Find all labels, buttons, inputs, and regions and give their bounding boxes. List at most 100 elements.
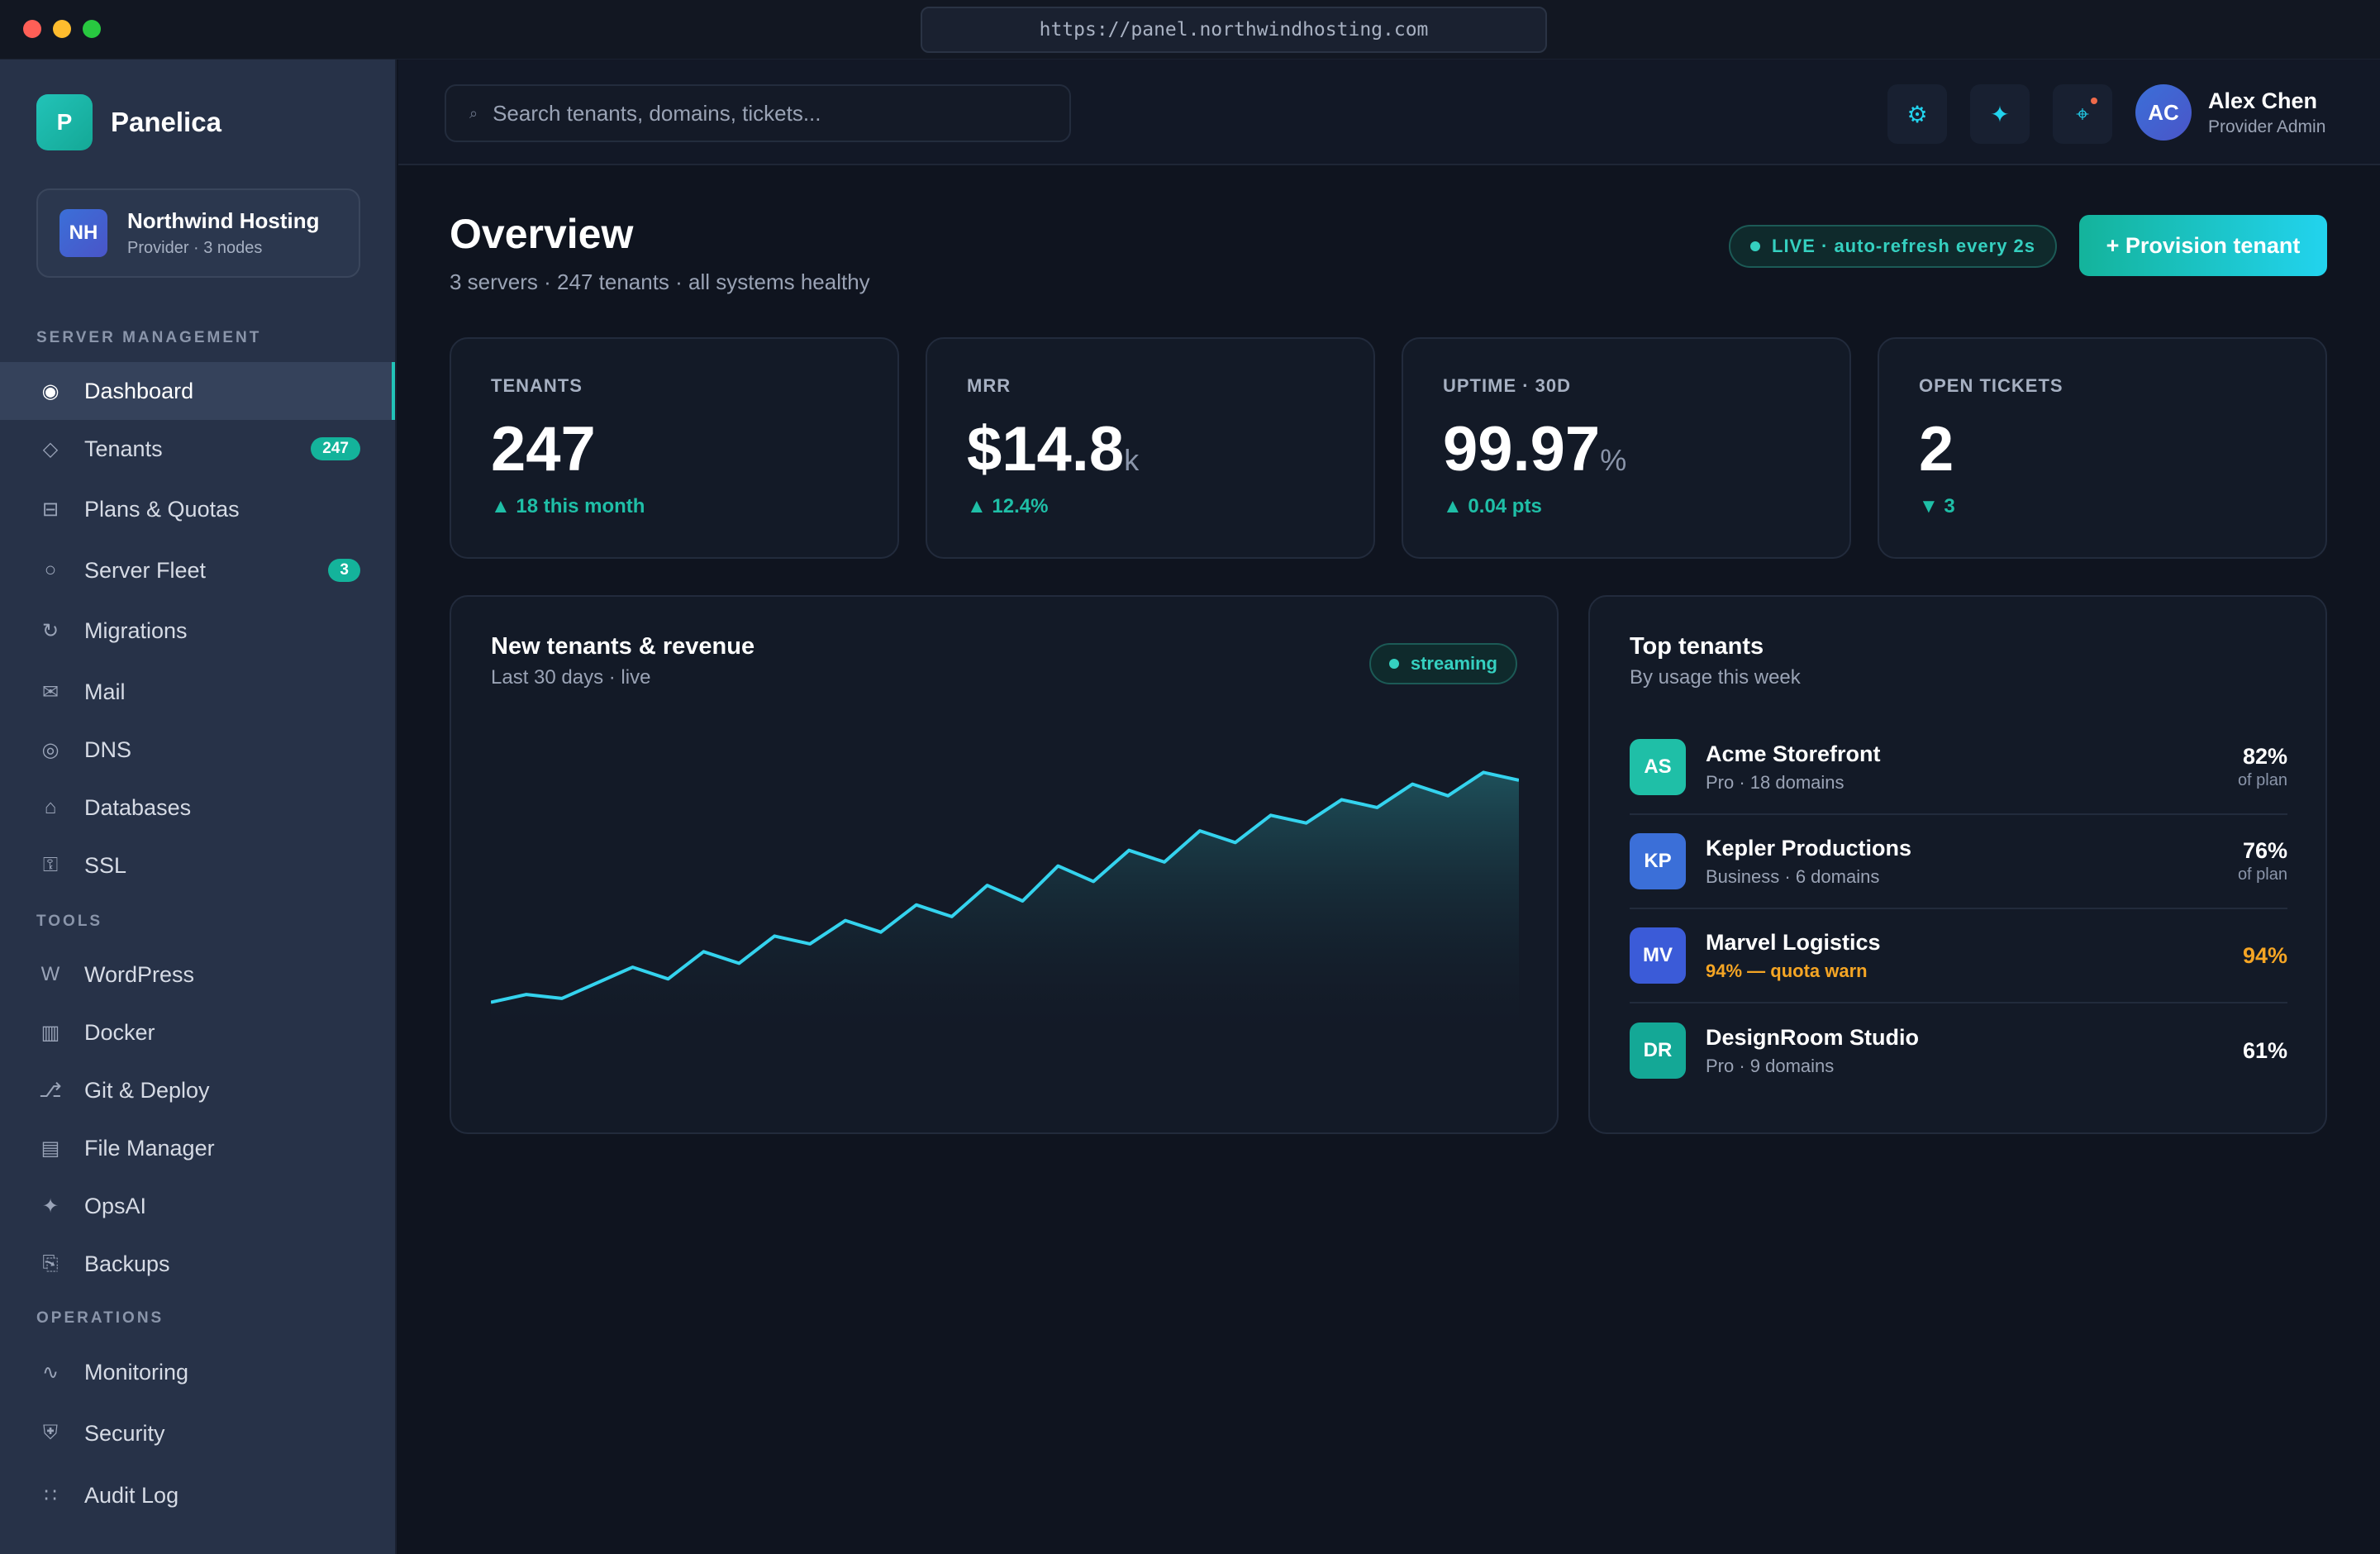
monitoring-icon: ∿ <box>41 1361 60 1384</box>
org-avatar: NH <box>60 209 107 257</box>
chart-area-fill <box>491 772 1519 1043</box>
sidebar-item-migrations[interactable]: ↻ Migrations <box>0 602 395 660</box>
tenant-row-marvel-logistics[interactable]: MV Marvel Logistics 94% — quota warn 94% <box>1630 909 2287 1003</box>
search-icon: ⌕ <box>469 104 478 122</box>
maximize-window-button[interactable] <box>83 20 101 38</box>
tenant-subtitle: Business · 6 domains <box>1706 865 1880 887</box>
minimize-window-button[interactable] <box>53 20 71 38</box>
sidebar-item-server-fleet[interactable]: ○ Server Fleet 3 <box>0 541 395 599</box>
sparkle-icon: ✦ <box>1990 101 2010 127</box>
brand[interactable]: P Panelica <box>36 94 221 150</box>
streaming-badge: streaming <box>1368 643 1517 684</box>
sidebar-item-label: Dashboard <box>84 378 194 403</box>
settings-button[interactable]: ⚙ <box>1887 84 1947 144</box>
user-menu[interactable]: AC Alex Chen Provider Admin <box>2135 84 2325 141</box>
address-bar[interactable]: https://panel.northwindhosting.com <box>921 7 1547 53</box>
kpi-card-mrr: MRR $14.8k ▲ 12.4% <box>926 337 1375 559</box>
search-input[interactable] <box>493 100 1055 126</box>
sidebar-item-label: Tenants <box>84 436 163 461</box>
sidebar-item-label: Mail <box>84 679 126 704</box>
tenant-avatar: AS <box>1630 739 1686 795</box>
sidebar-item-label: Server Fleet <box>84 557 207 583</box>
sidebar-item-backups[interactable]: ⎘ Backups <box>0 1235 395 1293</box>
sidebar-item-wordpress[interactable]: W WordPress <box>0 946 395 1003</box>
tenant-subtitle: Pro · 18 domains <box>1706 771 1844 793</box>
org-switcher[interactable]: NH Northwind Hosting Provider · 3 nodes <box>36 188 360 278</box>
sidebar-item-monitoring[interactable]: ∿ Monitoring <box>0 1343 395 1401</box>
server-icon: ○ <box>44 559 57 581</box>
notifications-button[interactable]: ⌖ <box>2053 84 2112 144</box>
tenant-quota-warning: 94% — quota warn <box>1706 960 1868 981</box>
close-window-button[interactable] <box>23 20 41 38</box>
sidebar-item-ssl[interactable]: ⚿ SSL <box>0 837 395 894</box>
audit-log-icon: ∷ <box>44 1484 57 1507</box>
tenants-icon: ◇ <box>42 437 59 460</box>
streaming-label: streaming <box>1410 653 1497 674</box>
sidebar-item-tenants[interactable]: ◇ Tenants 247 <box>0 420 395 478</box>
sidebar-item-databases[interactable]: ⌂ Databases <box>0 779 395 837</box>
sidebar-item-label: Databases <box>84 794 192 820</box>
kpi-value: $14.8k <box>967 414 1140 484</box>
kpi-delta: ▲ 12.4% <box>967 495 1049 517</box>
count-badge: 247 <box>311 437 360 460</box>
chart-subtitle: Last 30 days · live <box>491 666 651 689</box>
tenant-avatar: DR <box>1630 1022 1686 1079</box>
tenant-avatar: MV <box>1630 927 1686 984</box>
tenant-usage-caption: of plan <box>2237 865 2287 884</box>
kpi-value: 2 <box>1919 414 1954 484</box>
notification-dot <box>2091 98 2097 104</box>
sidebar-item-dashboard[interactable]: ◉ Dashboard <box>0 362 395 420</box>
tenant-row-kepler-productions[interactable]: KP Kepler Productions Business · 6 domai… <box>1630 815 2287 909</box>
kpi-value: 247 <box>491 414 596 484</box>
tenant-usage-caption: of plan <box>2237 771 2287 789</box>
sidebar-item-label: Security <box>84 1420 165 1446</box>
sidebar-item-label: WordPress <box>84 961 195 987</box>
sidebar-item-dns[interactable]: ◎ DNS <box>0 721 395 779</box>
section-label-tools: TOOLS <box>36 913 103 930</box>
sidebar-item-plans-quotas[interactable]: ⊟ Plans & Quotas <box>0 480 395 538</box>
tenant-row-designroom-studio[interactable]: DR DesignRoom Studio Pro · 9 domains 61% <box>1630 1003 2287 1098</box>
new-tenants-chart-card: New tenants & revenue Last 30 days · liv… <box>450 595 1559 1134</box>
notifications-icon: ⌖ <box>2076 100 2089 126</box>
sidebar-item-label: Docker <box>84 1019 155 1045</box>
sidebar-item-label: Monitoring <box>84 1359 189 1385</box>
sidebar-item-opsai[interactable]: ✦ OpsAI <box>0 1177 395 1235</box>
kpi-label: MRR <box>967 375 1011 396</box>
sidebar-item-security[interactable]: ⛨ Security <box>0 1404 395 1462</box>
provision-tenant-button[interactable]: + Provision tenant <box>2079 215 2327 276</box>
user-role: Provider Admin <box>2208 117 2326 136</box>
dns-icon: ◎ <box>41 738 60 761</box>
kpi-delta: ▼ 3 <box>1919 495 1955 517</box>
live-status-badge: LIVE · auto-refresh every 2s <box>1729 225 2058 268</box>
sidebar-item-audit-log[interactable]: ∷ Audit Log <box>0 1466 395 1524</box>
git-icon: ⎇ <box>39 1079 62 1102</box>
sidebar-item-docker[interactable]: ▥ Docker <box>0 1003 395 1061</box>
assistant-button[interactable]: ✦ <box>1970 84 2030 144</box>
kpi-card-open-tickets: OPEN TICKETS 2 ▼ 3 <box>1878 337 2327 559</box>
database-icon: ⌂ <box>44 796 57 818</box>
streaming-dot-icon <box>1388 659 1399 669</box>
tenant-name: DesignRoom Studio <box>1706 1024 1919 1050</box>
docker-icon: ▥ <box>40 1021 60 1044</box>
sidebar-item-git-deploy[interactable]: ⎇ Git & Deploy <box>0 1061 395 1119</box>
kpi-value: 99.97% <box>1443 414 1627 484</box>
live-status-label: LIVE · auto-refresh every 2s <box>1772 236 2036 256</box>
brand-name: Panelica <box>111 107 221 137</box>
chart-title: New tenants & revenue <box>491 633 755 660</box>
top-tenants-subtitle: By usage this week <box>1630 666 1801 689</box>
section-label-server-management: SERVER MANAGEMENT <box>36 329 262 346</box>
tenant-usage-percent: 61% <box>2242 1037 2287 1063</box>
wordpress-icon: W <box>40 963 60 985</box>
tenant-usage-percent: 94% <box>2242 942 2287 968</box>
kpi-card-uptime: UPTIME · 30D 99.97% ▲ 0.04 pts <box>1402 337 1851 559</box>
tenant-row-acme-storefront[interactable]: AS Acme Storefront Pro · 18 domains 82% … <box>1630 721 2287 815</box>
tenant-subtitle: Pro · 9 domains <box>1706 1055 1835 1076</box>
gear-icon: ⚙ <box>1906 101 1928 127</box>
search-box[interactable]: ⌕ <box>445 84 1071 142</box>
sidebar-item-label: Migrations <box>84 617 188 643</box>
window-chrome: https://panel.northwindhosting.com <box>0 0 2380 60</box>
sidebar-item-mail[interactable]: ✉ Mail <box>0 663 395 721</box>
backups-icon: ⎘ <box>42 1252 59 1275</box>
sparkle-icon: ✦ <box>41 1194 60 1218</box>
sidebar-item-file-manager[interactable]: ▤ File Manager <box>0 1119 395 1177</box>
